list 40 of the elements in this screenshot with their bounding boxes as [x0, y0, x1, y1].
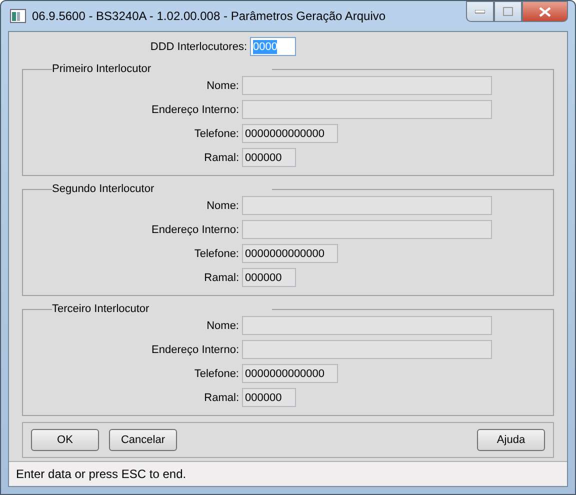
input-field[interactable]: 0000000000000 — [242, 364, 338, 383]
maximize-button[interactable] — [494, 1, 522, 22]
field-label: Endereço Interno: — [150, 222, 239, 236]
input-field[interactable] — [242, 76, 492, 95]
field-label: Endereço Interno: — [150, 342, 239, 356]
group-title: Terceiro Interlocutor — [52, 302, 150, 316]
input-field[interactable] — [242, 196, 492, 215]
window-title: 06.9.5600 - BS3240A - 1.02.00.008 - Parâmetros Geração Arquivo — [32, 9, 387, 23]
close-button[interactable] — [522, 1, 568, 22]
dialog-button[interactable]: Ajuda — [477, 429, 545, 451]
field-label: Ramal: — [203, 150, 239, 164]
field-label: Nome: — [206, 78, 239, 92]
dialog-button[interactable]: Cancelar — [109, 429, 177, 451]
field-label: Telefone: — [193, 246, 239, 260]
dialog-button[interactable]: OK — [31, 429, 99, 451]
minimize-button[interactable] — [466, 1, 494, 22]
field-label: Telefone: — [193, 366, 239, 380]
group-title: Segundo Interlocutor — [52, 182, 156, 196]
input-field[interactable]: 0000000000000 — [242, 244, 338, 263]
input-field[interactable]: 000000 — [242, 388, 296, 407]
group-title: Primeiro Interlocutor — [52, 62, 152, 76]
close-icon — [539, 6, 551, 16]
maximize-icon — [503, 7, 513, 16]
input-field[interactable] — [242, 100, 492, 119]
status-text: Enter data or press ESC to end. — [9, 461, 567, 486]
minimize-icon — [475, 10, 485, 14]
input-field[interactable]: 000000 — [242, 148, 296, 167]
input-field[interactable]: 0000000000000 — [242, 124, 338, 143]
input-field[interactable]: 000000 — [242, 268, 296, 287]
field-label: Nome: — [206, 198, 239, 212]
field-label: Telefone: — [193, 126, 239, 140]
window-icon — [10, 9, 26, 23]
input-field[interactable] — [242, 220, 492, 239]
field-label: Ramal: — [203, 270, 239, 284]
input-field[interactable] — [242, 340, 492, 359]
field-label: Ramal: — [203, 390, 239, 404]
input-field[interactable] — [242, 316, 492, 335]
field-label: DDD Interlocutores: — [149, 40, 247, 54]
field-label: Nome: — [206, 318, 239, 332]
field-label: Endereço Interno: — [150, 102, 239, 116]
